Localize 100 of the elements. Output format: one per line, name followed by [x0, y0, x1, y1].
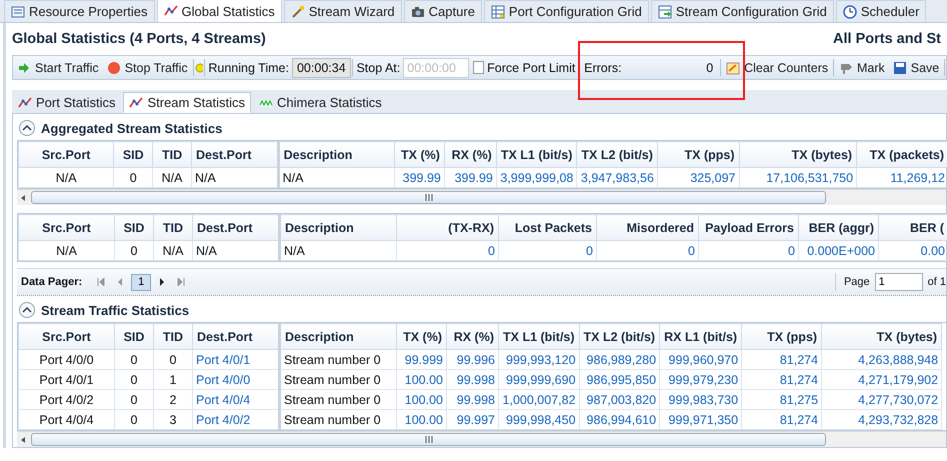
table-cell: 0.000E+000 [798, 240, 878, 260]
clear-counters-button[interactable]: Clear Counters [722, 57, 832, 78]
column-header[interactable]: Dest.Port [192, 214, 280, 240]
table-cell: 4,293,732,828 [822, 410, 942, 430]
table-cell: Stream number 0 [280, 390, 396, 410]
table-cell: 0 [114, 390, 154, 410]
column-header[interactable]: SID [114, 214, 154, 240]
column-header[interactable]: SID [114, 324, 154, 350]
stop-traffic-button[interactable]: Stop Traffic [102, 57, 192, 78]
table-cell: 99.997 [446, 410, 498, 430]
tab[interactable]: Global Statistics [156, 0, 282, 22]
column-header[interactable]: TX L2 (bit/s) [576, 142, 658, 168]
column-header[interactable]: TX (bytes) [739, 142, 857, 168]
column-header[interactable]: TX (pps) [742, 324, 822, 350]
collapse-toggle[interactable] [19, 302, 35, 318]
force-port-limit-checkbox[interactable] [473, 61, 484, 74]
table-cell: N/A [280, 240, 396, 260]
tab[interactable]: Stream Wizard [284, 0, 402, 22]
stop-at-label: Stop At: [355, 60, 402, 74]
column-header[interactable]: Src.Port [18, 214, 114, 240]
errors-value: 0 [705, 60, 714, 74]
table-cell: N/A [152, 168, 192, 188]
table-cell: 999,971,350 [660, 410, 742, 430]
column-header[interactable]: TID [154, 324, 192, 350]
column-header[interactable]: TX (%) [396, 324, 446, 350]
table-cell: N/A [18, 168, 114, 188]
page-field[interactable]: 1 [874, 273, 923, 291]
table-cell: 986,994,610 [579, 410, 660, 430]
tab[interactable]: Scheduler [836, 0, 926, 22]
column-header[interactable]: TX (bytes) [822, 324, 942, 350]
table-cell: 100.00 [396, 390, 446, 410]
table-cell: 986,989,280 [579, 350, 660, 370]
column-header[interactable]: (TX-RX) [396, 214, 498, 240]
table-cell: 0 [114, 240, 154, 260]
table-cell: 81,274 [742, 410, 822, 430]
column-header[interactable]: BER (aggr) [798, 214, 878, 240]
mark-button[interactable]: Mark [834, 57, 889, 78]
column-header[interactable]: Description [280, 324, 396, 350]
column-header[interactable]: RX (%) [444, 142, 496, 168]
column-header[interactable]: Dest.Port [192, 324, 280, 350]
tab[interactable]: Stream Statistics [123, 92, 251, 113]
force-port-limit-label: Force Port Limit [486, 60, 576, 74]
table-cell: Stream number 0 [280, 350, 396, 370]
table-cell: 999,979,230 [660, 370, 742, 390]
column-header[interactable]: TX (packets) [856, 142, 947, 168]
column-header[interactable]: Lost Packets [498, 214, 596, 240]
column-header[interactable]: TX (pps) [657, 142, 739, 168]
column-header[interactable]: Description [278, 142, 394, 168]
column-header[interactable]: Dest.Port [191, 142, 278, 168]
errors-label: Errors: [583, 60, 623, 74]
table-cell: 0 [396, 240, 498, 260]
page-count: of 1 [928, 276, 946, 288]
table-cell: Port 4/0/4 [18, 410, 114, 430]
column-header[interactable]: SID [114, 142, 153, 168]
eraser-icon [726, 60, 740, 74]
column-header[interactable]: Src.Port [18, 142, 114, 168]
column-header[interactable]: Description [280, 214, 396, 240]
column-header[interactable]: RX L1 (bit/s) [660, 324, 742, 350]
column-header[interactable]: BER ( [878, 214, 947, 240]
table-cell: 999,998,450 [498, 410, 580, 430]
column-header[interactable]: RX (%) [446, 324, 498, 350]
collapse-toggle[interactable] [19, 120, 35, 136]
table-cell: 999,983,730 [660, 390, 742, 410]
column-header[interactable]: Src.Port [18, 324, 114, 350]
table-cell: 987,003,820 [579, 390, 660, 410]
stop-at-field[interactable]: 00:00:00 [403, 58, 470, 78]
tab[interactable]: Capture [404, 0, 482, 22]
column-header[interactable]: Payload Errors [698, 214, 798, 240]
column-header[interactable]: TX L2 (bit/s) [579, 324, 660, 350]
table-cell: 3,947,983,56 [576, 168, 658, 188]
table-cell: 100.00 [396, 410, 446, 430]
table-cell: 0 [114, 350, 154, 370]
save-button[interactable]: Save [888, 57, 944, 78]
horizontal-scrollbar[interactable] [17, 431, 946, 447]
tab-icon [11, 4, 25, 18]
table-cell: 986,995,850 [579, 370, 660, 390]
tab[interactable]: Port Configuration Grid [484, 0, 649, 22]
column-header[interactable]: TID [154, 214, 192, 240]
column-header[interactable]: TX (%) [394, 142, 444, 168]
tab[interactable]: Port Statistics [12, 92, 122, 113]
column-header[interactable]: TID [152, 142, 192, 168]
horizontal-scrollbar[interactable] [17, 189, 946, 205]
table-cell: 3,999,999,08 [496, 168, 577, 188]
tab[interactable]: Chimera Statistics [253, 92, 388, 113]
table-cell: Port 4/0/1 [18, 370, 114, 390]
column-header[interactable]: Misordered [596, 214, 698, 240]
page-number-button[interactable]: 1 [131, 274, 152, 290]
start-traffic-button[interactable]: Start Traffic [13, 57, 103, 78]
running-time-label: Running Time: [207, 60, 290, 74]
table-cell: 0 [114, 410, 154, 430]
table-cell: 399.99 [444, 168, 496, 188]
tab[interactable]: Stream Configuration Grid [650, 0, 834, 22]
column-header[interactable]: TX L1 (bit/s) [496, 142, 577, 168]
tab-icon [410, 4, 425, 18]
tab[interactable]: Resource Properties [4, 0, 154, 22]
table-cell: 4,271,179,902 [822, 370, 942, 390]
section-title: Stream Traffic Statistics [41, 302, 190, 318]
table-cell: 0 [154, 350, 192, 370]
column-header[interactable]: TX L1 (bit/s) [498, 324, 580, 350]
table-cell: 0 [498, 240, 596, 260]
